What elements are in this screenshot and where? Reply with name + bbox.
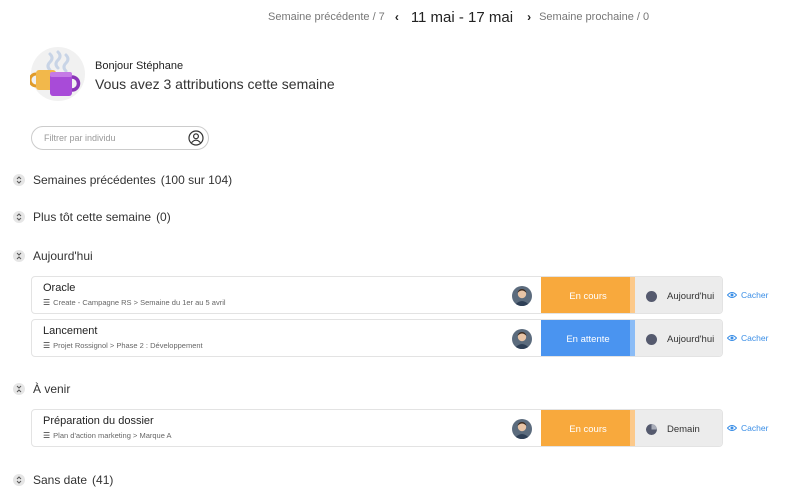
avatar[interactable] bbox=[512, 286, 532, 306]
section-upcoming[interactable]: À venir bbox=[13, 382, 70, 396]
collapse-icon bbox=[13, 383, 25, 395]
hide-task-link[interactable]: Cacher bbox=[727, 333, 768, 343]
expand-collapse-icon bbox=[13, 174, 25, 186]
due-date: Demain bbox=[635, 410, 722, 446]
hide-label: Cacher bbox=[741, 290, 769, 300]
section-label: Aujourd'hui bbox=[33, 249, 93, 263]
previous-week-link[interactable]: Semaine précédente / 7 bbox=[268, 11, 385, 23]
avatar[interactable] bbox=[512, 419, 532, 439]
assignments-summary: Vous avez 3 attributions cette semaine bbox=[95, 76, 335, 92]
section-today[interactable]: Aujourd'hui bbox=[13, 249, 93, 263]
status-badge[interactable]: En attente bbox=[541, 320, 635, 356]
hide-task-link[interactable]: Cacher bbox=[727, 423, 768, 433]
next-week-link[interactable]: Semaine prochaine / 0 bbox=[539, 11, 649, 23]
status-badge[interactable]: En cours bbox=[541, 410, 635, 446]
clock-icon bbox=[646, 333, 657, 345]
status-label: En cours bbox=[569, 423, 607, 435]
task-title: Oracle bbox=[43, 282, 76, 294]
task-title: Lancement bbox=[43, 325, 98, 337]
clock-icon bbox=[646, 423, 657, 435]
list-icon: ☰ bbox=[43, 341, 51, 350]
task-path: ☰ Projet Rossignol > Phase 2 : Développe… bbox=[43, 341, 203, 350]
task-path-text: Plan d'action marketing > Marque A bbox=[53, 431, 172, 440]
section-label: Plus tôt cette semaine bbox=[33, 210, 152, 224]
section-count: (0) bbox=[156, 210, 171, 224]
status-badge[interactable]: En cours bbox=[541, 277, 635, 313]
current-week-range: 11 mai - 17 mai bbox=[410, 8, 514, 26]
task-row[interactable]: Oracle ☰ Create - Campagne RS > Semaine … bbox=[31, 276, 723, 314]
task-row[interactable]: Lancement ☰ Projet Rossignol > Phase 2 :… bbox=[31, 319, 723, 357]
section-label: Semaines précédentes bbox=[33, 173, 156, 187]
due-label: Aujourd'hui bbox=[667, 333, 715, 345]
hide-label: Cacher bbox=[741, 423, 769, 433]
chevron-left-icon[interactable]: ‹ bbox=[395, 10, 399, 24]
greeting-text: Bonjour Stéphane bbox=[95, 60, 184, 72]
status-label: En attente bbox=[566, 333, 610, 345]
section-no-date[interactable]: Sans date (41) bbox=[13, 473, 113, 487]
section-earlier-this-week[interactable]: Plus tôt cette semaine (0) bbox=[13, 210, 171, 224]
eye-icon bbox=[727, 335, 737, 341]
status-label: En cours bbox=[569, 290, 607, 302]
week-navigation: Semaine précédente / 7 ‹ 11 mai - 17 mai… bbox=[268, 8, 649, 26]
filter-container bbox=[31, 126, 209, 150]
eye-icon bbox=[727, 425, 737, 431]
due-label: Aujourd'hui bbox=[667, 290, 715, 302]
user-circle-icon[interactable] bbox=[188, 130, 204, 146]
collapse-icon bbox=[13, 250, 25, 262]
section-label: Sans date bbox=[33, 473, 88, 487]
expand-collapse-icon bbox=[13, 474, 25, 486]
eye-icon bbox=[727, 292, 737, 298]
expand-collapse-icon bbox=[13, 211, 25, 223]
section-count: (100 sur 104) bbox=[160, 173, 233, 187]
section-previous-weeks[interactable]: Semaines précédentes (100 sur 104) bbox=[13, 173, 232, 187]
coffee-mugs-illustration bbox=[30, 47, 85, 101]
task-path-text: Projet Rossignol > Phase 2 : Développeme… bbox=[53, 341, 203, 350]
due-date: Aujourd'hui bbox=[635, 320, 722, 356]
section-label: À venir bbox=[33, 382, 71, 396]
list-icon: ☰ bbox=[43, 298, 51, 307]
due-date: Aujourd'hui bbox=[635, 277, 722, 313]
chevron-right-icon[interactable]: › bbox=[527, 10, 531, 24]
task-path: ☰ Plan d'action marketing > Marque A bbox=[43, 431, 172, 440]
task-path: ☰ Create - Campagne RS > Semaine du 1er … bbox=[43, 298, 226, 307]
clock-icon bbox=[646, 290, 657, 302]
task-row[interactable]: Préparation du dossier ☰ Plan d'action m… bbox=[31, 409, 723, 447]
avatar[interactable] bbox=[512, 329, 532, 349]
list-icon: ☰ bbox=[43, 431, 51, 440]
hide-label: Cacher bbox=[741, 333, 769, 343]
filter-by-individual-input[interactable] bbox=[44, 130, 184, 146]
task-title: Préparation du dossier bbox=[43, 415, 154, 427]
task-path-text: Create - Campagne RS > Semaine du 1er au… bbox=[53, 298, 226, 307]
hide-task-link[interactable]: Cacher bbox=[727, 290, 768, 300]
due-label: Demain bbox=[667, 423, 700, 435]
section-count: (41) bbox=[92, 473, 114, 487]
